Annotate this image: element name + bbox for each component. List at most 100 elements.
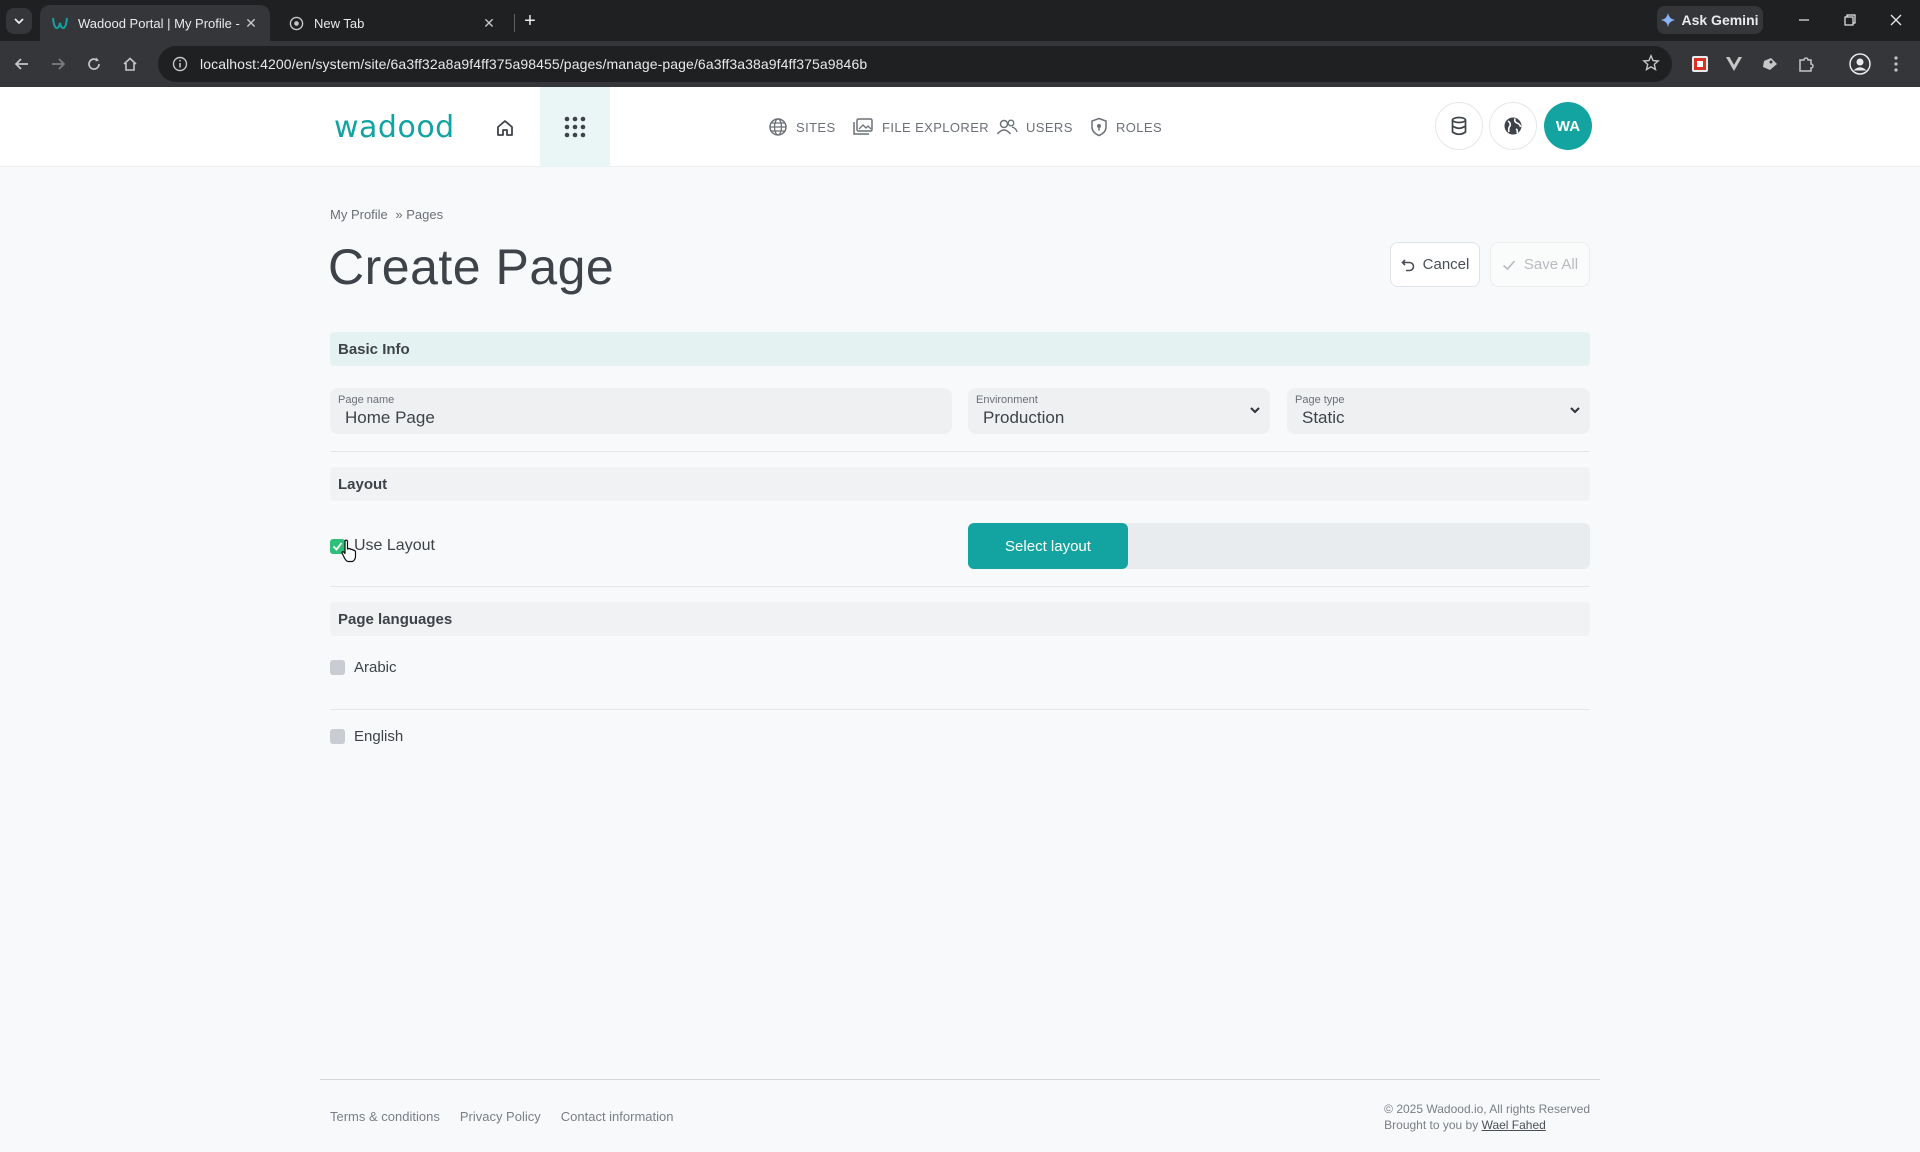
profile-icon[interactable] [1848, 52, 1872, 76]
back-icon[interactable] [8, 50, 36, 78]
footer-divider [320, 1079, 1600, 1080]
apps-grid-button[interactable] [540, 87, 610, 167]
page-type-value: Static [1302, 408, 1345, 427]
home-button[interactable] [490, 113, 520, 143]
bookmark-star-icon[interactable] [1642, 54, 1660, 75]
chevron-down-icon [1570, 407, 1580, 414]
nav-users[interactable]: USERS [996, 116, 1073, 138]
page-type-select[interactable]: Page type Static [1287, 388, 1590, 434]
tab-title: Wadood Portal | My Profile - Cr [78, 15, 242, 31]
tag-extension-icon[interactable] [1758, 52, 1782, 76]
nav-file-explorer-label: FILE EXPLORER [882, 119, 990, 135]
wadood-favicon-icon [52, 15, 68, 31]
contact-link[interactable]: Contact information [561, 1109, 674, 1124]
layout-picker[interactable]: Select layout [968, 523, 1590, 569]
pdf-extension-icon[interactable] [1688, 52, 1712, 76]
browser-toolbar: localhost:4200/en/system/site/6a3ff32a8a… [0, 41, 1920, 87]
gemini-sparkle-icon [1661, 13, 1676, 27]
chrome-menu-icon[interactable] [1884, 52, 1908, 76]
url-text: localhost:4200/en/system/site/6a3ff32a8a… [200, 56, 868, 72]
nav-users-label: USERS [1026, 119, 1073, 135]
wadood-logo[interactable]: wadood [334, 110, 455, 145]
footer-copyright: © 2025 Wadood.io, All rights Reserved Br… [1384, 1101, 1590, 1133]
english-label[interactable]: English [354, 728, 403, 745]
close-tab-icon[interactable]: ✕ [242, 14, 260, 32]
arabic-checkbox[interactable] [330, 660, 345, 675]
save-all-button[interactable]: Save All [1490, 242, 1590, 287]
ask-gemini-label: Ask Gemini [1681, 12, 1759, 28]
new-tab-button[interactable]: + [518, 9, 542, 33]
forward-icon[interactable] [44, 50, 72, 78]
shield-icon [1091, 117, 1107, 137]
cancel-label: Cancel [1422, 256, 1470, 273]
terms-link[interactable]: Terms & conditions [330, 1109, 440, 1124]
user-avatar[interactable]: WA [1544, 102, 1592, 150]
app-header: wadood SITES FILE EXPLORER USERS ROLES W… [0, 87, 1920, 167]
copyright-text: © 2025 Wadood.io, All rights Reserved [1384, 1102, 1590, 1116]
chevron-down-icon [1250, 407, 1260, 414]
tab-title: New Tab [314, 15, 365, 31]
database-icon [1451, 116, 1467, 136]
nav-sites[interactable]: SITES [768, 116, 836, 138]
breadcrumb-pages[interactable]: » Pages [395, 207, 443, 222]
vuejs-extension-icon[interactable] [1722, 52, 1746, 76]
section-divider [330, 586, 1590, 587]
page-languages-header: Page languages [330, 602, 1590, 636]
minimize-icon[interactable] [1786, 8, 1822, 32]
chrome-globe-icon [288, 15, 304, 31]
privacy-link[interactable]: Privacy Policy [460, 1109, 541, 1124]
extensions-puzzle-icon[interactable] [1794, 52, 1818, 76]
page-type-label: Page type [1295, 394, 1345, 406]
globe-filled-icon [1504, 117, 1522, 135]
environment-select[interactable]: Environment Production [968, 388, 1270, 434]
check-icon [1502, 259, 1516, 270]
nav-roles-label: ROLES [1116, 119, 1163, 135]
browser-tabstrip: Wadood Portal | My Profile - Cr ✕ New Ta… [0, 0, 1920, 41]
nav-file-explorer[interactable]: FILE EXPLORER [852, 116, 989, 138]
users-icon [996, 119, 1018, 135]
english-checkbox[interactable] [330, 729, 345, 744]
breadcrumb-my-profile[interactable]: My Profile [330, 207, 388, 222]
site-info-icon[interactable] [172, 56, 188, 72]
mouse-cursor-icon [341, 539, 357, 563]
arabic-label[interactable]: Arabic [354, 659, 397, 676]
home-icon[interactable] [116, 50, 144, 78]
grid-dots-icon [564, 116, 586, 138]
globe-icon [769, 118, 787, 136]
author-link[interactable]: Wael Fahed [1482, 1118, 1546, 1132]
cancel-button[interactable]: Cancel [1390, 242, 1480, 287]
database-button[interactable] [1435, 102, 1483, 150]
select-layout-button[interactable]: Select layout [968, 523, 1128, 569]
home-icon [497, 120, 513, 136]
close-tab-icon[interactable]: ✕ [480, 14, 498, 32]
tab-wadood-portal[interactable]: Wadood Portal | My Profile - Cr ✕ [40, 5, 270, 41]
tab-new-tab[interactable]: New Tab ✕ [276, 5, 508, 41]
language-button[interactable] [1489, 102, 1537, 150]
address-bar[interactable]: localhost:4200/en/system/site/6a3ff32a8a… [158, 46, 1672, 82]
close-window-icon[interactable] [1878, 8, 1914, 32]
nav-roles[interactable]: ROLES [1090, 116, 1162, 138]
page-name-label: Page name [338, 394, 395, 406]
ask-gemini-button[interactable]: Ask Gemini [1657, 6, 1763, 34]
language-divider [330, 709, 1590, 710]
undo-icon [1401, 258, 1414, 271]
tab-search-button[interactable] [6, 8, 32, 34]
footer-links: Terms & conditions Privacy Policy Contac… [330, 1109, 673, 1124]
layout-header: Layout [330, 467, 1590, 501]
credit-line: Brought to you by Wael Fahed [1384, 1117, 1590, 1133]
reload-icon[interactable] [80, 50, 108, 78]
credit-prefix: Brought to you by [1384, 1118, 1479, 1132]
page-name-field[interactable]: Page name Home Page [330, 388, 952, 434]
section-divider [330, 451, 1590, 452]
tab-separator [514, 14, 515, 32]
environment-value: Production [983, 408, 1065, 427]
nav-sites-label: SITES [796, 119, 836, 135]
basic-info-header: Basic Info [330, 332, 1590, 366]
use-layout-label[interactable]: Use Layout [354, 537, 435, 555]
folder-images-icon [853, 118, 873, 135]
environment-label: Environment [976, 394, 1038, 406]
breadcrumb: My Profile » Pages [330, 207, 447, 222]
chevron-down-icon [14, 18, 24, 25]
page-name-input[interactable]: Home Page [345, 408, 435, 428]
restore-icon[interactable] [1832, 8, 1868, 32]
